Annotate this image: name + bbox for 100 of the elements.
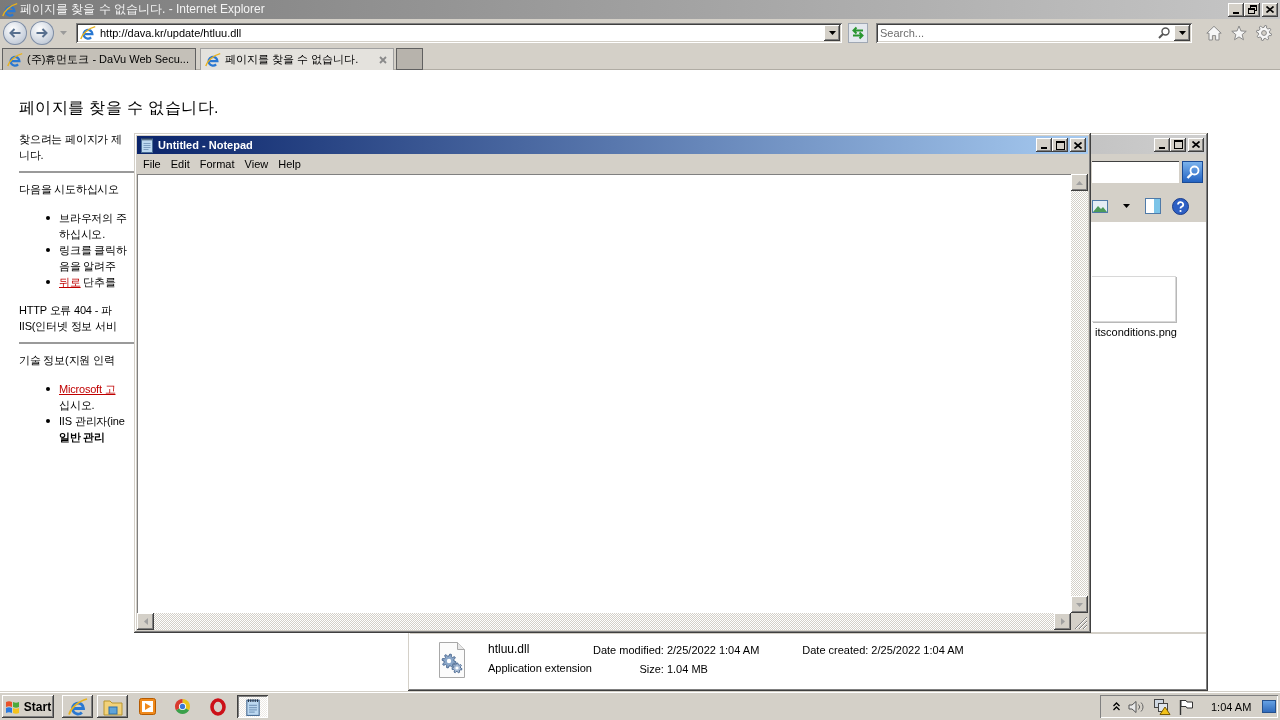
field-label: Size: <box>639 662 664 675</box>
minimize-button[interactable] <box>1036 138 1052 152</box>
maximize-icon <box>1055 140 1065 150</box>
close-icon <box>1266 6 1274 13</box>
maximize-icon <box>1173 140 1183 149</box>
new-tab-button[interactable] <box>396 48 423 70</box>
arrows-icon <box>851 25 865 40</box>
scroll-down-button[interactable] <box>1071 596 1088 613</box>
search-icon <box>1158 26 1170 39</box>
page-text: 찾으려는 페이지가 제 니다. <box>19 132 123 163</box>
bullet-icon <box>46 280 50 284</box>
show-desktop-button[interactable] <box>1262 700 1276 713</box>
maximize-button[interactable] <box>1052 138 1068 152</box>
settings-icon[interactable] <box>1256 24 1272 41</box>
file-name[interactable]: itsconditions.png <box>1095 326 1177 338</box>
restore-icon <box>1247 5 1257 14</box>
url-input[interactable]: http://dava.kr/update/htluu.dll <box>100 25 820 40</box>
close-button[interactable] <box>1262 2 1278 17</box>
page-heading: 페이지를 찾을 수 없습니다. <box>19 98 220 118</box>
field-value: 2/25/2022 1:04 AM <box>666 643 760 656</box>
forward-button[interactable] <box>30 20 54 45</box>
list-item-text: 뒤로 단추를 <box>59 275 116 290</box>
preview-pane-icon[interactable] <box>1145 198 1161 214</box>
bullet-icon <box>46 387 50 391</box>
taskbar-button[interactable] <box>62 695 93 718</box>
window-title: Untitled - Notepad <box>158 139 253 151</box>
restore-button[interactable] <box>1244 2 1260 17</box>
menu-item[interactable]: Format <box>194 155 240 172</box>
notepad-icon <box>139 137 155 153</box>
clock[interactable]: 1:04 AM <box>1211 700 1252 713</box>
close-button[interactable] <box>1070 138 1086 152</box>
dropdown-button[interactable] <box>1174 24 1190 41</box>
start-button[interactable]: Start <box>2 695 54 718</box>
minimize-button[interactable] <box>1228 2 1244 17</box>
field-label: Date modified: <box>593 643 664 656</box>
vertical-scrollbar[interactable] <box>1071 174 1088 613</box>
caret-icon <box>59 30 67 35</box>
e-logo-icon <box>2 1 18 18</box>
close-icon[interactable] <box>379 55 387 64</box>
play-tile-icon <box>139 698 156 715</box>
search-button[interactable] <box>1182 161 1203 183</box>
picture-icon[interactable] <box>1092 199 1108 213</box>
minimize-icon <box>1041 147 1047 149</box>
search-field[interactable]: Search... <box>876 22 1192 43</box>
e-logo-icon <box>7 51 23 68</box>
text-link[interactable]: 뒤로 <box>59 276 81 288</box>
menu-item[interactable]: File <box>138 155 166 172</box>
scroll-up-button[interactable] <box>1071 174 1088 191</box>
image-thumbnail[interactable] <box>1092 276 1176 322</box>
minimize-button[interactable] <box>1154 137 1170 152</box>
search-field[interactable] <box>1092 161 1179 183</box>
maximize-button[interactable] <box>1170 137 1186 152</box>
ring-icon <box>209 697 226 716</box>
network-warning-icon[interactable] <box>1153 698 1171 715</box>
search-input[interactable]: Search... <box>880 25 1154 40</box>
caret-icon <box>828 30 836 35</box>
taskbar-button[interactable] <box>237 695 268 718</box>
close-button[interactable] <box>1188 137 1204 152</box>
scroll-right-button[interactable] <box>1054 613 1071 630</box>
down-caret-icon <box>1076 602 1083 607</box>
menu-item[interactable]: View <box>239 155 274 172</box>
dropdown-button[interactable] <box>824 24 840 41</box>
list-item-text: Microsoft 고 십시오. <box>59 382 116 413</box>
close-icon <box>1074 141 1082 149</box>
scroll-left-button[interactable] <box>137 613 154 630</box>
left-arrow-icon <box>9 27 21 38</box>
chevron-up-icon[interactable] <box>1113 702 1120 711</box>
address-field[interactable]: http://dava.kr/update/htluu.dll <box>76 22 842 43</box>
minimize-icon <box>1233 11 1239 14</box>
right-arrow-icon <box>36 27 48 38</box>
star-icon[interactable] <box>1231 24 1247 41</box>
menu-item[interactable]: Edit <box>165 155 195 172</box>
home-icon[interactable] <box>1206 24 1222 41</box>
page-text: HTTP 오류 404 - 파 IIS(인터넷 정보 서비 <box>19 303 118 334</box>
text-link[interactable]: Microsoft 고 <box>59 383 116 395</box>
browser-tab[interactable]: 페이지를 찾을 수 없습니다. <box>200 48 394 70</box>
field-value: 1.04 MB <box>666 662 709 675</box>
minimize-icon <box>1159 146 1165 149</box>
speaker-icon[interactable] <box>1128 699 1145 714</box>
bullet-icon <box>46 248 50 252</box>
gear-document-icon <box>436 640 468 680</box>
flag-logo-icon <box>4 699 21 714</box>
caret-icon <box>1123 204 1130 208</box>
taskbar-button[interactable] <box>97 695 128 718</box>
browser-tab[interactable]: (주)휴먼토크 - DaVu Web Secu... <box>2 48 196 70</box>
field-value: 2/25/2022 1:04 AM <box>871 643 964 656</box>
left-caret-icon <box>143 618 148 625</box>
up-caret-icon <box>1076 180 1083 185</box>
search-icon <box>1185 165 1200 179</box>
refresh-button[interactable] <box>848 22 868 43</box>
window-title: 페이지를 찾을 수 없습니다. - Internet Explorer <box>20 1 265 18</box>
page-text: 다음을 시도하십시오 <box>19 182 121 197</box>
close-icon <box>1192 141 1200 148</box>
horizontal-scrollbar[interactable] <box>137 613 1071 630</box>
menu-item[interactable]: Help <box>273 155 306 172</box>
e-logo-icon <box>67 696 88 717</box>
flag-icon[interactable] <box>1179 698 1193 715</box>
right-caret-icon <box>1060 618 1065 625</box>
help-icon[interactable] <box>1172 197 1189 215</box>
back-button[interactable] <box>3 20 27 45</box>
